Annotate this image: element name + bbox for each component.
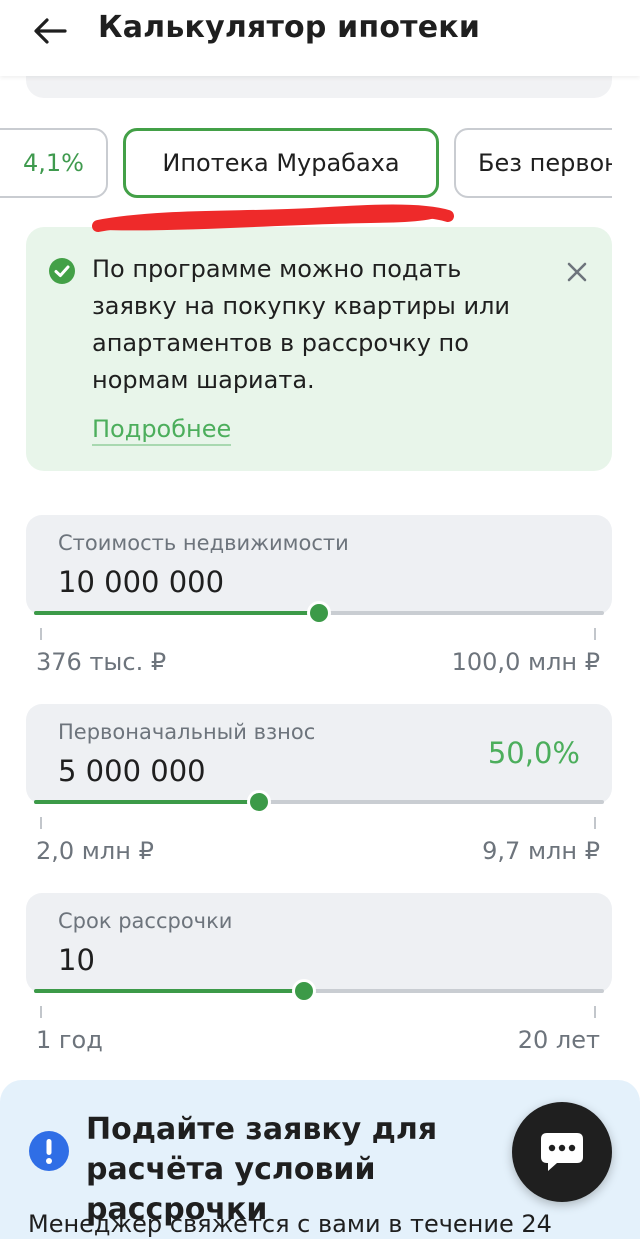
down-payment-value[interactable]: 5 000 000 bbox=[58, 754, 206, 788]
down-payment-field[interactable]: Первоначальный взнос 5 000 000 50,0% bbox=[26, 704, 612, 814]
installment-term-label: Срок рассрочки bbox=[58, 909, 233, 933]
property-price-min: 376 тыс. ₽ bbox=[36, 648, 167, 676]
red-underline-annotation bbox=[92, 204, 454, 232]
down-payment-max: 9,7 млн ₽ bbox=[482, 837, 600, 865]
close-icon[interactable] bbox=[564, 259, 590, 285]
installment-term-range: 1 год 20 лет bbox=[36, 1006, 600, 1066]
property-price-slider[interactable] bbox=[34, 601, 604, 625]
arrow-left-icon bbox=[34, 18, 67, 44]
property-price-max: 100,0 млн ₽ bbox=[451, 648, 600, 676]
chat-button[interactable] bbox=[512, 1102, 612, 1202]
installment-term-slider[interactable] bbox=[34, 979, 604, 1003]
chat-bubble-icon bbox=[541, 1133, 583, 1171]
page-title: Калькулятор ипотеки bbox=[98, 10, 481, 45]
chip-rate[interactable]: 4,1% bbox=[0, 128, 108, 198]
app-header: Калькулятор ипотеки bbox=[0, 0, 640, 76]
chip-murabaha[interactable]: Ипотека Мурабаха bbox=[123, 128, 439, 198]
installment-term-field[interactable]: Срок рассрочки 10 bbox=[26, 893, 612, 1003]
installment-term-slider-thumb[interactable] bbox=[292, 979, 317, 1003]
property-price-range: 376 тыс. ₽ 100,0 млн ₽ bbox=[36, 628, 600, 688]
property-price-slider-thumb[interactable] bbox=[307, 601, 331, 625]
down-payment-percent: 50,0% bbox=[487, 736, 580, 770]
property-price-field[interactable]: Стоимость недвижимости 10 000 000 bbox=[26, 515, 612, 625]
down-payment-range: 2,0 млн ₽ 9,7 млн ₽ bbox=[36, 817, 600, 877]
cta-subtitle: Менеджер свяжется с вами в течение 24 bbox=[28, 1210, 552, 1238]
program-info-banner: По программе можно подать заявку на поку… bbox=[26, 227, 612, 471]
property-price-value[interactable]: 10 000 000 bbox=[58, 565, 224, 599]
more-link[interactable]: Подробнее bbox=[92, 415, 232, 446]
down-payment-min: 2,0 млн ₽ bbox=[36, 837, 154, 865]
installment-term-value[interactable]: 10 bbox=[58, 943, 95, 977]
chip-no-down-payment[interactable]: Без первоначального bbox=[454, 128, 612, 198]
exclamation-circle-icon bbox=[29, 1131, 69, 1171]
installment-term-max: 20 лет bbox=[517, 1026, 600, 1054]
installment-term-min: 1 год bbox=[36, 1026, 103, 1054]
down-payment-slider-thumb[interactable] bbox=[247, 790, 272, 814]
info-text: По программе можно подать заявку на поку… bbox=[92, 255, 511, 394]
property-price-label: Стоимость недвижимости bbox=[58, 531, 349, 555]
back-button[interactable] bbox=[30, 14, 70, 48]
check-circle-icon bbox=[49, 258, 75, 284]
down-payment-label: Первоначальный взнос bbox=[58, 720, 316, 744]
program-chips: 4,1% Ипотека Мурабаха Без первоначальног… bbox=[0, 128, 612, 198]
down-payment-slider[interactable] bbox=[34, 790, 604, 814]
